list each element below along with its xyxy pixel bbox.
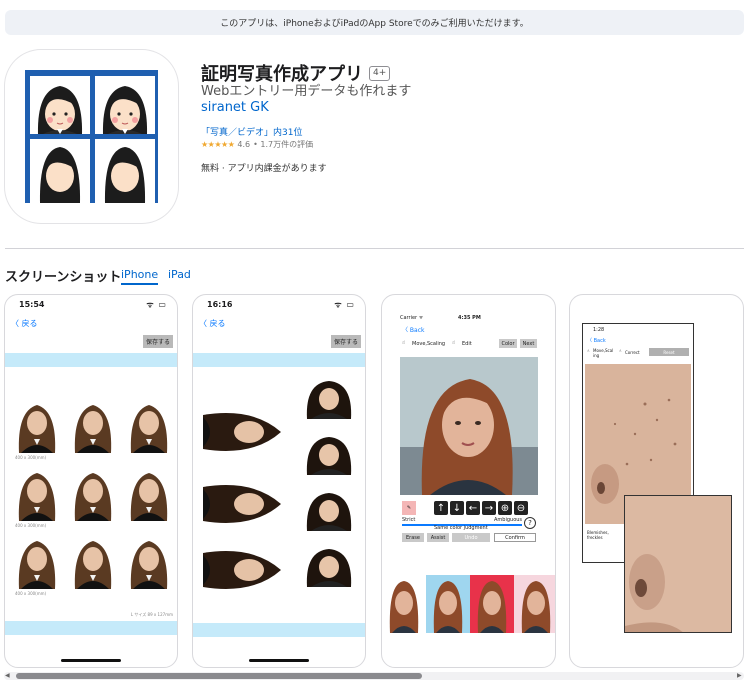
developer-link[interactable]: siranet GK xyxy=(201,100,269,115)
screenshot-4[interactable]: 1:28 〈 Back ☝ Move,Scal ing ☝ Correct Re… xyxy=(569,294,744,668)
portrait-photo xyxy=(400,357,538,495)
zoom-out-icon: ⊖ xyxy=(514,501,528,515)
id-photo-sheet xyxy=(203,379,359,599)
bottom-blue-bar xyxy=(5,621,177,635)
erase-button: Erase xyxy=(402,533,424,542)
assist-button: Assist xyxy=(427,533,449,542)
rating-count: • 1.7万件の評価 xyxy=(253,140,314,149)
reset-button: Reset xyxy=(649,348,689,356)
same-color-label: Same color judgment xyxy=(434,525,488,531)
section-divider xyxy=(5,248,744,249)
paper-size-label: L サイズ 89 x 127mm xyxy=(130,612,173,617)
zoom-in-icon: ⊕ xyxy=(498,501,512,515)
rating-value: 4.6 xyxy=(237,140,251,149)
app-subtitle: Webエントリー用データも作れます xyxy=(201,84,412,99)
photo-size-caption: 400 x 300(mm) xyxy=(15,523,47,528)
back-button: 〈 Back xyxy=(587,338,606,344)
hand-pointer-icon: ☝ xyxy=(587,348,590,353)
home-indicator xyxy=(61,659,121,662)
hand-pointer-icon: ☝ xyxy=(402,340,406,346)
tab-iphone[interactable]: iPhone xyxy=(121,268,159,285)
background-color-variations xyxy=(382,575,555,633)
age-rating-badge: 4+ xyxy=(369,65,391,81)
undo-button: Undo xyxy=(452,533,490,542)
arrow-up-icon: ↑ xyxy=(434,501,448,515)
color-button: Color xyxy=(499,339,517,348)
edit-mode: Edit xyxy=(462,341,472,347)
help-icon: ? xyxy=(524,517,536,529)
arrow-left-icon: ← xyxy=(466,501,480,515)
back-button: 〈 戻る xyxy=(11,319,38,328)
photo-size-caption: 400 x 300(mm) xyxy=(15,455,47,460)
screenshot-2[interactable]: 16:16 ᯤ ▭ 〈 戻る 保存する xyxy=(192,294,366,668)
eraser-icon: ✎ xyxy=(402,501,416,515)
banner-text: このアプリは、iPhoneおよびiPadのApp Storeでのみご利用いただけ… xyxy=(220,19,529,29)
screenshots-heading: スクリーンショット xyxy=(5,270,122,285)
strict-label: Strict xyxy=(402,517,416,523)
price-info: 無料 · アプリ内課金があります xyxy=(201,164,327,174)
category-rank-link[interactable]: 「写真／ビデオ」内31位 xyxy=(201,125,302,138)
status-bar: 16:16 ᯤ ▭ xyxy=(193,295,365,313)
star-rating-icon: ★★★★★ xyxy=(201,140,235,149)
wifi-icon: ᯤ ▭ xyxy=(334,300,355,309)
wifi-icon: ᯤ ▭ xyxy=(146,300,167,309)
carrier-label: Carrier ᯤ xyxy=(400,315,424,321)
bottom-blue-bar xyxy=(193,623,365,637)
top-blue-bar xyxy=(5,353,177,367)
scroll-left-icon[interactable]: ◀ xyxy=(5,672,10,679)
rating-row: ★★★★★ 4.6 • 1.7万件の評価 xyxy=(201,139,313,150)
photo-size-caption: 400 x 300(mm) xyxy=(15,591,47,596)
blemish-label: Blemishes, freckles xyxy=(587,530,609,540)
status-bar: 15:54 ᯤ ▭ xyxy=(5,295,177,313)
home-indicator xyxy=(249,659,309,662)
scrollbar-thumb[interactable] xyxy=(16,673,422,679)
tab-ipad[interactable]: iPad xyxy=(168,268,191,281)
scroll-right-icon[interactable]: ▶ xyxy=(737,672,742,679)
save-button: 保存する xyxy=(143,335,173,348)
status-time: 4:35 PM xyxy=(458,315,481,321)
screenshot-1[interactable]: 15:54 ᯤ ▭ 〈 戻る 保存する 400 x 300(mm) 400 x … xyxy=(4,294,178,668)
arrow-right-icon: → xyxy=(482,501,496,515)
skin-corrected-photo xyxy=(624,495,732,633)
back-button: 〈 戻る xyxy=(199,319,226,328)
top-blue-bar xyxy=(193,353,365,367)
move-scaling-mode: Move,Scal ing xyxy=(593,348,614,358)
status-time: 1:28 xyxy=(593,327,605,333)
status-time: 15:54 xyxy=(19,300,45,309)
back-button: 〈 Back xyxy=(402,327,425,334)
correct-mode: Correct xyxy=(625,350,640,355)
app-icon-artwork xyxy=(25,70,158,203)
store-availability-banner: このアプリは、iPhoneおよびiPadのApp Storeでのみご利用いただけ… xyxy=(5,10,744,35)
move-scaling-mode: Move,Scaling xyxy=(412,341,446,347)
next-button: Next xyxy=(520,339,537,348)
hand-pointer-icon: ☝ xyxy=(452,340,456,346)
hand-pointer-icon: ☝ xyxy=(619,348,622,353)
screenshot-3[interactable]: Carrier ᯤ 4:35 PM 〈 Back ☝ Move,Scaling … xyxy=(381,294,556,668)
arrow-down-icon: ↓ xyxy=(450,501,464,515)
save-button: 保存する xyxy=(331,335,361,348)
app-icon xyxy=(5,50,178,223)
id-photo-grid xyxy=(13,393,173,589)
ambiguous-label: Ambiguous xyxy=(494,517,523,523)
status-time: 16:16 xyxy=(207,300,233,309)
confirm-button: Confirm xyxy=(494,533,536,542)
